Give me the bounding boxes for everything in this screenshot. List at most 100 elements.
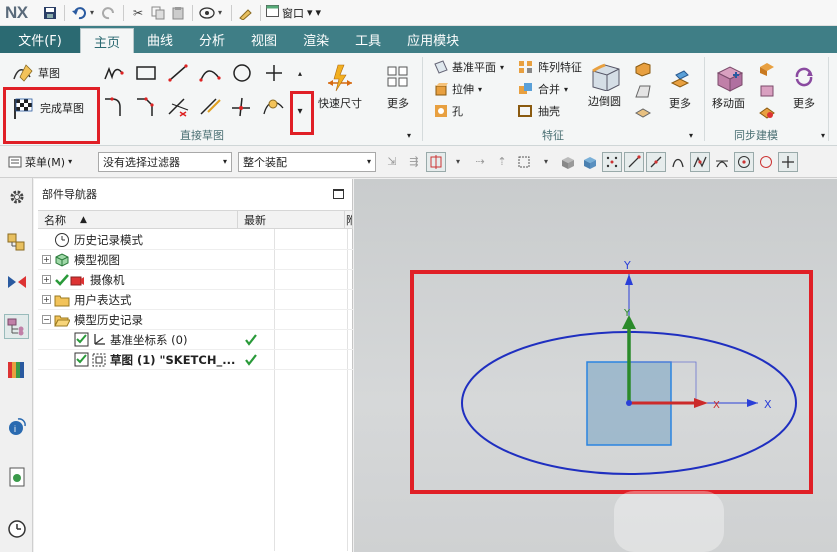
maximize-icon[interactable] [333,189,344,199]
tab-file[interactable]: 文件(F) [0,26,80,53]
constraint-navigator-icon[interactable] [4,270,29,295]
mid-point-icon[interactable] [646,151,666,172]
gallery-up-icon[interactable]: ▴ [293,61,307,85]
feature-group-dropdown[interactable]: ▾ [684,129,698,141]
sheet-body-icon[interactable] [580,152,600,172]
copy-icon[interactable] [149,4,167,22]
tab-view[interactable]: 视图 [238,26,290,53]
checkbox-checked-icon[interactable] [74,352,90,368]
extrude-button[interactable]: 拉伸 ▾ [434,81,482,97]
tab-analysis[interactable]: 分析 [186,26,238,53]
quadrant-point-icon[interactable] [756,152,776,172]
profile-tool-icon[interactable] [101,61,127,85]
rectangle-tool-icon[interactable] [133,61,159,85]
offset-region-icon[interactable] [754,79,780,103]
expand-icon[interactable]: + [42,255,51,264]
shell-button[interactable]: 抽壳 [518,103,560,119]
rectangle-select-icon[interactable] [514,152,534,172]
tangent-point-icon[interactable] [712,152,732,172]
draft-feature-icon[interactable] [630,79,656,103]
expand-icon[interactable]: + [42,275,51,284]
sketch-more-button[interactable]: 更多 [382,61,414,111]
datum-plane-button[interactable]: 基准平面 ▾ [434,59,504,75]
tree-row-cameras[interactable]: + 摄像机 [38,270,353,290]
expand-icon[interactable]: + [42,295,51,304]
existing-point-icon[interactable] [778,151,798,172]
column-latest[interactable]: 最新 [238,211,345,228]
chamfer-feature-icon[interactable] [630,57,656,81]
paste-icon[interactable] [169,4,187,22]
control-point-icon[interactable] [668,152,688,172]
end-point-icon[interactable] [624,151,644,172]
graphics-window[interactable]: Y X Y X [354,179,837,552]
quick-extend-icon[interactable] [197,95,223,119]
view-icon[interactable] [198,4,216,22]
command-finder-icon[interactable] [237,4,255,22]
collapse-icon[interactable]: − [42,315,51,324]
column-attached[interactable]: 附 [345,211,353,228]
tree-row-user-expressions[interactable]: + 用户表达式 [38,290,353,310]
window-menu[interactable]: 窗口 ▾ ▾ [266,5,321,21]
circle-tool-icon[interactable] [229,61,255,85]
trim-body-icon[interactable] [630,101,656,125]
cut-icon[interactable]: ✂ [129,4,147,22]
fillet-tool-icon[interactable] [101,95,127,119]
filter-icon-2[interactable]: ⇡ [492,152,512,172]
column-name[interactable]: 名称 ▲ [38,211,238,228]
snap-dropdown-icon[interactable]: ▾ [448,152,468,172]
point-tool-icon[interactable] [261,61,287,85]
rapid-dimension-button[interactable]: 快速尺寸 [318,61,362,111]
studio-spline-icon[interactable] [261,95,287,119]
hole-button[interactable]: 孔 [434,103,463,119]
pattern-feature-button[interactable]: 阵列特征 [518,59,582,75]
arc-center-icon[interactable] [734,151,754,172]
snap-point-icon[interactable] [426,151,446,172]
edge-blend-button[interactable]: 边倒圆 [588,59,621,109]
graphics-canvas[interactable]: Y X Y X [354,179,837,552]
undo-dropdown-icon[interactable]: ▾ [90,8,98,17]
web-browser-icon[interactable] [4,464,29,489]
tree-row-history-mode[interactable]: 历史记录模式 [38,230,353,250]
replace-face-icon[interactable] [754,101,780,125]
hd3d-tools-icon[interactable]: i [4,412,29,437]
solid-body-icon[interactable] [558,152,578,172]
type-filter-select[interactable]: 没有选择过滤器 ▾ [98,151,232,172]
snap-grid-icon[interactable] [602,151,622,172]
assembly-navigator-icon[interactable] [4,230,29,255]
arc-tool-icon[interactable] [197,61,223,85]
tab-curve[interactable]: 曲线 [134,26,186,53]
view-dropdown-icon[interactable]: ▾ [218,8,226,17]
line-tool-icon[interactable] [165,61,191,85]
save-icon[interactable] [41,4,59,22]
tree-row-model-history[interactable]: − 模型历史记录 [38,310,353,330]
redo-icon[interactable] [100,4,118,22]
direct-sketch-group-dropdown[interactable]: ▾ [402,129,416,141]
tree-row-sketch[interactable]: 草图 (1) "SKETCH_... [38,350,353,370]
sync-more-button[interactable]: 更多 [788,61,820,111]
quick-trim-icon[interactable] [165,95,191,119]
intersection-point-icon[interactable] [690,151,710,172]
select-dropdown-icon[interactable]: ▾ [536,152,556,172]
chamfer-tool-icon[interactable] [133,95,159,119]
checkbox-checked-icon[interactable] [74,332,90,348]
select-all-icon[interactable]: ⇶ [404,152,424,172]
reuse-library-icon[interactable] [4,356,29,381]
assembly-scope-select[interactable]: 整个装配 ▾ [238,151,376,172]
tree-row-model-views[interactable]: + 模型视图 [38,250,353,270]
unite-button[interactable]: 合并 ▾ [518,81,568,97]
undo-icon[interactable] [70,4,88,22]
tab-home[interactable]: 主页 [80,28,135,53]
tree-row-datum-csys[interactable]: 基准坐标系 (0) [38,330,353,350]
tab-application[interactable]: 应用模块 [394,26,472,53]
select-filter-icon[interactable]: ⇲ [382,152,402,172]
filter-icon-1[interactable]: ⇢ [470,152,490,172]
history-icon[interactable] [4,516,29,541]
move-face-button[interactable]: 移动面 [712,61,745,111]
part-navigator-icon[interactable] [4,314,29,339]
feature-more-button[interactable]: 更多 [664,61,696,111]
tab-tools[interactable]: 工具 [342,26,394,53]
sketch-button[interactable]: 草图 [12,63,60,83]
gear-icon[interactable] [4,184,29,209]
make-corner-icon[interactable] [229,95,255,119]
tab-render[interactable]: 渲染 [290,26,342,53]
